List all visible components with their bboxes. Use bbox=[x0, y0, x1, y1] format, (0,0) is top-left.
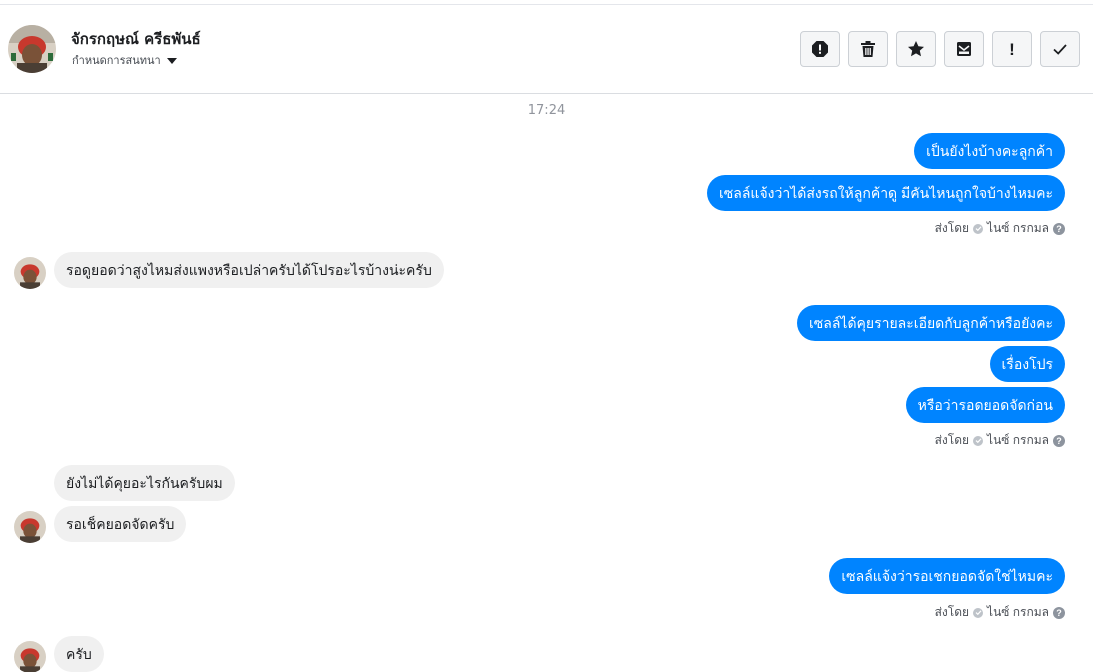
mark-unread-button[interactable] bbox=[944, 31, 984, 67]
done-check-icon bbox=[1053, 44, 1067, 55]
message-thread[interactable]: 17:24 เป็นยังไงบ้างคะลูกค้า เซลล์แจ้งว่า… bbox=[0, 95, 1093, 672]
message-bubble-incoming[interactable]: รอดูยอดว่าสูงไหมส่งแพงหรือเปล่าครับได้โป… bbox=[54, 252, 444, 288]
contact-avatar-small[interactable] bbox=[14, 641, 46, 672]
contact-avatar-small[interactable] bbox=[14, 257, 46, 289]
thread-timestamp: 17:24 bbox=[527, 103, 566, 118]
sent-by-indicator: ส่งโดย ไนซ์ กรกมล ? bbox=[935, 431, 1065, 450]
message-bubble-outgoing[interactable]: เซลล์ได้คุยรายละเอียดกับลูกค้าหรือยังคะ bbox=[796, 305, 1065, 341]
message-bubble-outgoing[interactable]: เรื่องโปร bbox=[989, 346, 1065, 382]
message-bubble-outgoing[interactable]: เป็นยังไงบ้างคะลูกค้า bbox=[914, 133, 1065, 169]
message-bubble-incoming[interactable]: ครับ bbox=[54, 636, 104, 672]
trash-icon bbox=[861, 41, 875, 57]
sent-by-prefix: ส่งโดย bbox=[934, 433, 970, 447]
sent-check-icon bbox=[973, 223, 984, 234]
sent-by-indicator: ส่งโดย ไนซ์ กรกมล ? bbox=[935, 603, 1065, 622]
message-bubble-incoming[interactable]: ยังไม่ได้คุยอะไรกันครับผม bbox=[54, 465, 235, 501]
report-icon bbox=[812, 41, 828, 57]
mark-unread-icon bbox=[957, 42, 971, 56]
report-button[interactable] bbox=[800, 31, 840, 67]
sent-check-icon bbox=[973, 607, 984, 618]
conversation-header: จักรกฤษณ์ ครีธพันธ์ กำหนดการสนทนา ! bbox=[0, 5, 1093, 94]
header-actions: ! bbox=[800, 31, 1080, 67]
sent-by-name: ไนซ์ กรกมล bbox=[987, 433, 1049, 447]
sent-by-name: ไนซ์ กรกมล bbox=[987, 221, 1049, 235]
sent-check-icon bbox=[973, 435, 984, 446]
conversation-settings-label: กำหนดการสนทนา bbox=[72, 54, 161, 67]
help-icon[interactable]: ? bbox=[1053, 222, 1065, 235]
message-bubble-outgoing[interactable]: เซลล์แจ้งว่ารอเชกยอดจัดใช่ไหมคะ bbox=[829, 558, 1065, 594]
help-icon[interactable]: ? bbox=[1053, 606, 1065, 619]
contact-avatar[interactable] bbox=[8, 25, 56, 73]
caret-down-icon bbox=[166, 57, 177, 64]
message-bubble-outgoing[interactable]: หรือว่ารอดยอดจัดก่อน bbox=[905, 387, 1065, 423]
important-button[interactable]: ! bbox=[992, 31, 1032, 67]
message-bubble-incoming[interactable]: รอเช็คยอดจัดครับ bbox=[54, 506, 187, 542]
sent-by-indicator: ส่งโดย ไนซ์ กรกมล ? bbox=[935, 219, 1065, 238]
delete-button[interactable] bbox=[848, 31, 888, 67]
sent-by-prefix: ส่งโดย bbox=[934, 221, 970, 235]
message-bubble-outgoing[interactable]: เซลล์แจ้งว่าได้ส่งรถให้ลูกค้าดู มีคันไหน… bbox=[706, 175, 1065, 211]
contact-avatar-small[interactable] bbox=[14, 511, 46, 543]
mark-done-button[interactable] bbox=[1040, 31, 1080, 67]
sent-by-name: ไนซ์ กรกมล bbox=[987, 605, 1049, 619]
important-icon: ! bbox=[1009, 39, 1015, 59]
star-button[interactable] bbox=[896, 31, 936, 67]
help-icon[interactable]: ? bbox=[1053, 434, 1065, 447]
sent-by-prefix: ส่งโดย bbox=[934, 605, 970, 619]
conversation-settings-dropdown[interactable]: กำหนดการสนทนา bbox=[72, 51, 177, 69]
contact-name[interactable]: จักรกฤษณ์ ครีธพันธ์ bbox=[71, 27, 201, 51]
star-icon bbox=[908, 41, 924, 57]
